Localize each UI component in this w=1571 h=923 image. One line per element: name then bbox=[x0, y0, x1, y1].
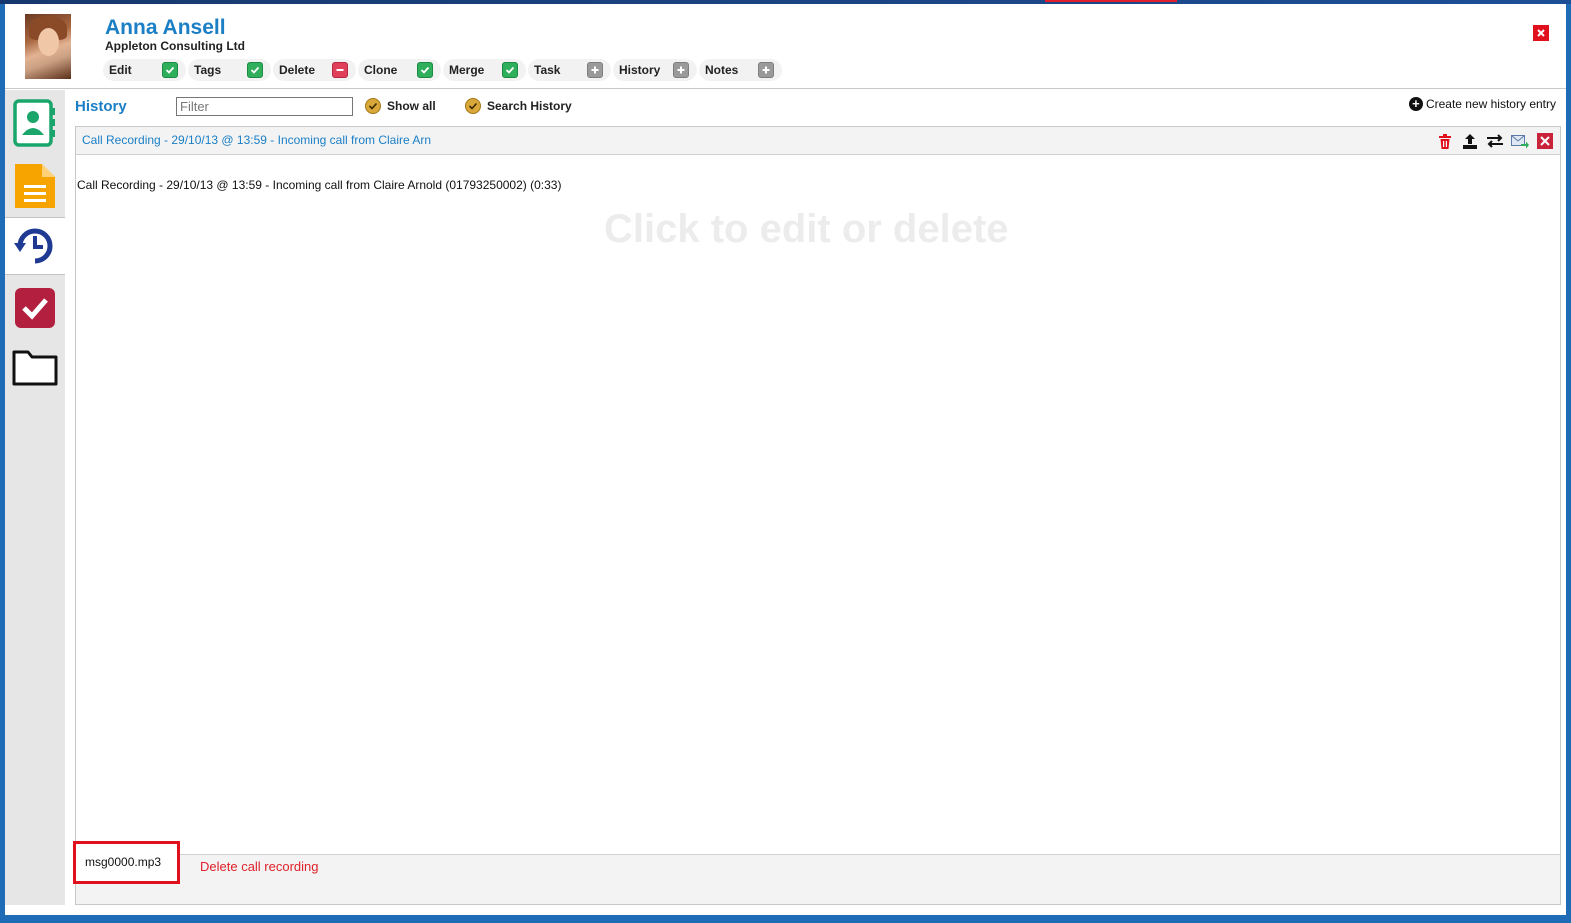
task-button[interactable]: Task bbox=[528, 59, 611, 81]
transfer-button[interactable] bbox=[1486, 132, 1504, 150]
contact-header: Anna Ansell Appleton Consulting Ltd Edit… bbox=[5, 4, 1566, 89]
nav-history[interactable] bbox=[5, 217, 65, 275]
document-icon bbox=[15, 164, 55, 208]
plus-icon bbox=[587, 62, 603, 78]
nav-folder[interactable] bbox=[5, 338, 65, 396]
entry-title[interactable]: Call Recording - 29/10/13 @ 13:59 - Inco… bbox=[82, 133, 431, 147]
show-all-label: Show all bbox=[387, 99, 436, 113]
search-history-toggle[interactable]: Search History bbox=[465, 98, 572, 114]
create-history-entry-button[interactable]: + Create new history entry bbox=[1408, 97, 1556, 111]
tags-label: Tags bbox=[194, 63, 222, 77]
check-icon bbox=[162, 62, 178, 78]
trash-button[interactable] bbox=[1436, 132, 1454, 150]
upload-icon bbox=[1463, 133, 1477, 149]
checked-circle-icon bbox=[465, 98, 481, 114]
clone-button[interactable]: Clone bbox=[358, 59, 441, 81]
contact-window: Anna Ansell Appleton Consulting Ltd Edit… bbox=[5, 4, 1566, 915]
checked-circle-icon bbox=[365, 98, 381, 114]
delete-label: Delete bbox=[279, 63, 316, 77]
contact-card-icon bbox=[13, 99, 55, 147]
edit-label: Edit bbox=[109, 63, 132, 77]
recording-file-name[interactable]: msg0000.mp3 bbox=[85, 855, 161, 869]
delete-recording-link[interactable]: Delete call recording bbox=[200, 859, 319, 874]
check-icon bbox=[247, 62, 263, 78]
task-label: Task bbox=[534, 63, 561, 77]
main-area: History Show all Search History + Create… bbox=[65, 90, 1566, 915]
trash-icon bbox=[1439, 133, 1451, 149]
folder-icon bbox=[12, 350, 58, 386]
nav-contact[interactable] bbox=[5, 94, 65, 152]
notes-label: Notes bbox=[705, 63, 739, 77]
plus-icon bbox=[758, 62, 774, 78]
history-icon bbox=[14, 228, 53, 264]
nav-tasks[interactable] bbox=[5, 279, 65, 337]
minus-icon bbox=[332, 62, 348, 78]
search-history-label: Search History bbox=[487, 99, 572, 113]
upload-button[interactable] bbox=[1461, 132, 1479, 150]
page-title: History bbox=[75, 98, 127, 115]
email-forward-icon bbox=[1511, 134, 1529, 148]
avatar bbox=[25, 14, 71, 79]
check-icon bbox=[417, 62, 433, 78]
contact-name: Anna Ansell bbox=[105, 16, 226, 39]
edit-button[interactable]: Edit bbox=[103, 59, 186, 81]
delete-button[interactable]: Delete bbox=[273, 59, 356, 81]
action-bar: Edit Tags Delete Clone Merge Task Histor… bbox=[103, 59, 782, 81]
history-label: History bbox=[619, 63, 661, 77]
task-check-icon bbox=[15, 288, 55, 328]
recording-file-box[interactable]: msg0000.mp3 bbox=[73, 841, 180, 884]
tags-button[interactable]: Tags bbox=[188, 59, 271, 81]
close-icon bbox=[1537, 133, 1553, 149]
edit-hint-watermark[interactable]: Click to edit or delete bbox=[604, 207, 1009, 252]
notes-button[interactable]: Notes bbox=[699, 59, 782, 81]
email-forward-button[interactable] bbox=[1511, 132, 1529, 150]
check-icon bbox=[502, 62, 518, 78]
merge-button[interactable]: Merge bbox=[443, 59, 526, 81]
history-entry-panel: Call Recording - 29/10/13 @ 13:59 - Inco… bbox=[73, 126, 1561, 905]
plus-icon bbox=[673, 62, 689, 78]
plus-circle-icon: + bbox=[1408, 97, 1423, 111]
entry-header: Call Recording - 29/10/13 @ 13:59 - Inco… bbox=[76, 127, 1560, 155]
swap-arrows-icon bbox=[1487, 134, 1503, 148]
history-button[interactable]: History bbox=[613, 59, 697, 81]
close-entry-button[interactable] bbox=[1536, 132, 1554, 150]
entry-footer: msg0000.mp3 Delete call recording bbox=[73, 841, 1560, 904]
show-all-toggle[interactable]: Show all bbox=[365, 98, 436, 114]
nav-documents[interactable] bbox=[5, 157, 65, 215]
entry-toolbar bbox=[1436, 132, 1554, 150]
active-tab-indicator bbox=[1045, 0, 1177, 2]
entry-body-text[interactable]: Call Recording - 29/10/13 @ 13:59 - Inco… bbox=[77, 178, 561, 192]
merge-label: Merge bbox=[449, 63, 485, 77]
clone-label: Clone bbox=[364, 63, 398, 77]
filter-input[interactable] bbox=[176, 97, 353, 116]
close-icon bbox=[1537, 29, 1545, 37]
close-window-button[interactable] bbox=[1533, 25, 1549, 41]
company-name: Appleton Consulting Ltd bbox=[105, 39, 245, 53]
create-history-label: Create new history entry bbox=[1425, 97, 1556, 111]
left-nav bbox=[5, 90, 65, 905]
